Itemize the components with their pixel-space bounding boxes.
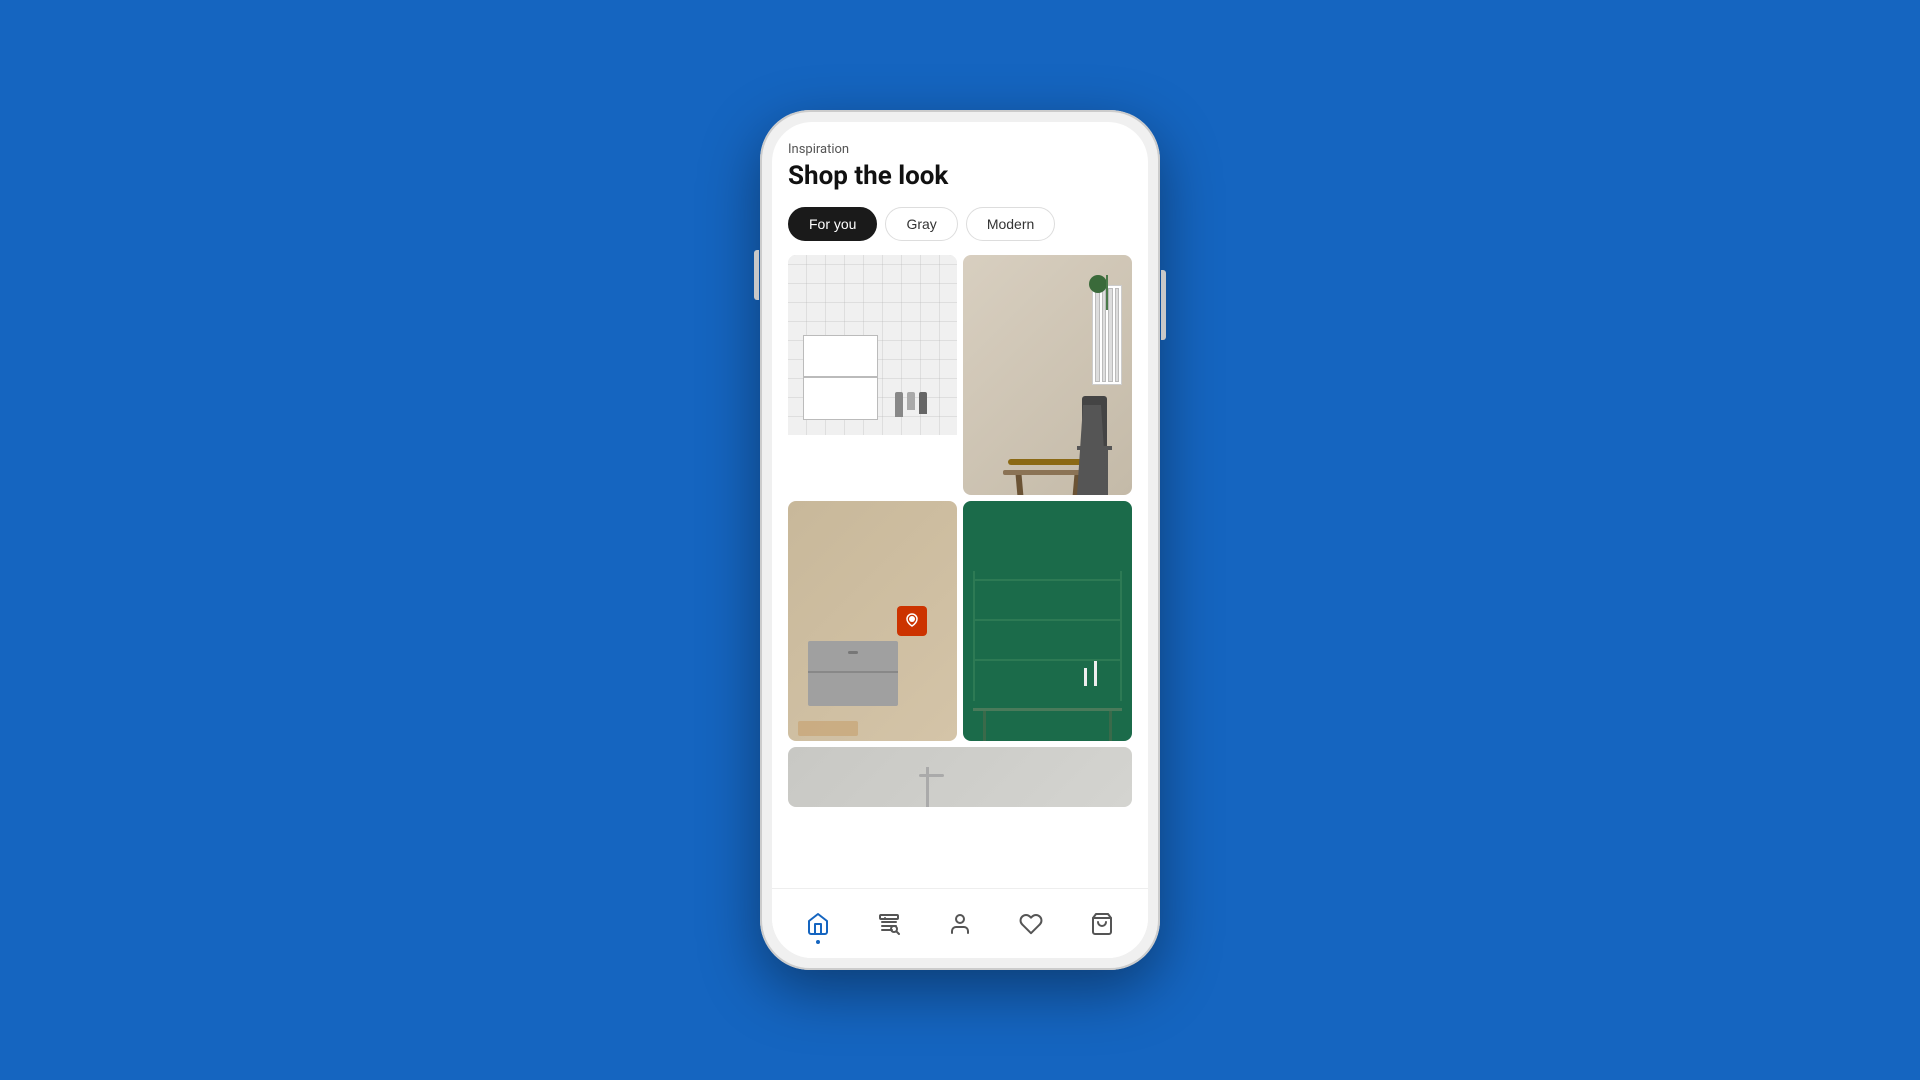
shelf-right-support (1120, 571, 1122, 701)
notification-badge (897, 606, 927, 636)
phone-screen: Inspiration Shop the look For you Gray M… (772, 122, 1148, 958)
candle2-decoration (1084, 668, 1087, 686)
content-area: Inspiration Shop the look For you Gray M… (772, 122, 1148, 888)
page-title: Shop the look (788, 161, 1132, 191)
grid-item-bottom[interactable] (788, 747, 1132, 807)
inspiration-section: Inspiration Shop the look (788, 142, 1132, 191)
home-icon (806, 912, 830, 936)
nav-active-indicator (816, 940, 820, 944)
inspiration-label: Inspiration (788, 142, 1132, 157)
dining-table-decoration (1003, 470, 1093, 475)
shelf-line-1 (973, 659, 1122, 661)
grid-item-living[interactable] (788, 501, 957, 741)
shelf-line-2 (973, 619, 1122, 621)
nav-item-home[interactable] (794, 906, 842, 942)
filter-tab-modern[interactable]: Modern (966, 207, 1055, 241)
dining-chair-decoration (1077, 375, 1112, 495)
nav-item-search[interactable] (865, 906, 913, 942)
grid-item-green[interactable] (963, 501, 1132, 741)
nav-item-wishlist[interactable] (1007, 906, 1055, 942)
floor-item-decoration (798, 721, 858, 736)
filter-tab-for-you[interactable]: For you (788, 207, 877, 241)
phone-device: Inspiration Shop the look For you Gray M… (760, 110, 1160, 970)
heart-icon (1019, 912, 1043, 936)
kitchen-bottles-decoration (895, 392, 927, 417)
bottom-navigation (772, 888, 1148, 958)
kitchen-shelf-decoration (803, 335, 878, 420)
candle1-decoration (1094, 661, 1097, 686)
shelf-line-3 (973, 579, 1122, 581)
cart-icon (1090, 912, 1114, 936)
green-table-decoration (973, 708, 1122, 711)
notification-icon (904, 613, 920, 629)
grid-item-kitchen[interactable] (788, 255, 957, 495)
nav-item-profile[interactable] (936, 906, 984, 942)
nav-item-cart[interactable] (1078, 906, 1126, 942)
dresser-decoration (808, 641, 898, 706)
filter-tabs: For you Gray Modern (788, 207, 1132, 241)
plant-decoration (1097, 275, 1117, 325)
image-grid (788, 255, 1132, 817)
profile-icon (948, 912, 972, 936)
faucet-decoration (926, 767, 929, 807)
shelf-left-support (973, 571, 975, 701)
faucet-arm-decoration (919, 774, 944, 777)
search-icon (877, 912, 901, 936)
grid-item-dining[interactable] (963, 255, 1132, 495)
filter-tab-gray[interactable]: Gray (885, 207, 957, 241)
